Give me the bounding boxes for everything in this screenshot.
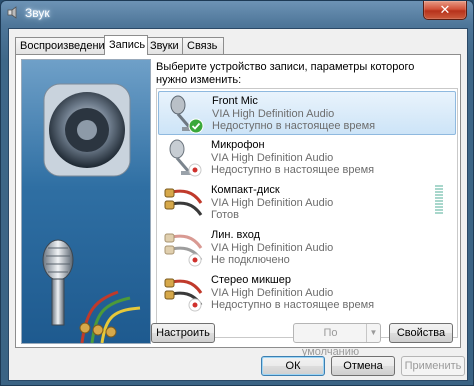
rca-cable-icon [164, 233, 203, 267]
chevron-down-icon[interactable]: ▼ [366, 324, 380, 342]
device-status: Недоступно в настоящее время [211, 164, 375, 176]
microphone-icon [170, 95, 204, 134]
set-default-label: По умолчанию [301, 327, 360, 358]
window-title: Звук [25, 6, 50, 20]
device-driver: VIA High Definition Audio [211, 242, 334, 254]
device-status: Готов [211, 209, 239, 221]
device-name: Лин. вход [211, 229, 261, 241]
title-bar[interactable]: Звук ✕ [1, 1, 473, 25]
apply-button[interactable]: Применить [401, 356, 465, 376]
device-name: Микрофон [211, 139, 265, 151]
microphone-icon [169, 139, 202, 177]
level-meter [435, 185, 443, 217]
list-item-line-in[interactable]: Лин. вход VIA High Definition Audio Не п… [158, 226, 456, 270]
speaker-and-microphone-illustration [42, 83, 141, 343]
tab-sounds[interactable]: Звуки [145, 37, 185, 54]
device-name: Компакт-диск [211, 184, 280, 196]
list-item-microphone[interactable]: Микрофон VIA High Definition Audio Недос… [158, 136, 456, 180]
speaker-app-icon [7, 6, 17, 19]
device-driver: VIA High Definition Audio [211, 152, 334, 164]
configure-button[interactable]: Настроить [151, 323, 215, 343]
instruction-text: Выберите устройство записи, параметры ко… [156, 61, 415, 86]
close-icon: ✕ [439, 2, 451, 17]
dialog-client-area: Воспроизведение Запись Звуки Связь Выбер… [8, 28, 468, 381]
default-check-icon [188, 118, 204, 134]
device-status: Недоступно в настоящее время [211, 299, 375, 311]
tab-playback[interactable]: Воспроизведение [15, 37, 111, 54]
recording-device-list[interactable]: Front Mic VIA High Definition Audio Недо… [156, 88, 458, 338]
ok-button[interactable]: ОК [261, 356, 325, 376]
tab-recording[interactable]: Запись [104, 35, 148, 55]
device-driver: VIA High Definition Audio [212, 108, 335, 120]
list-item-stereo-mix[interactable]: Стерео микшер VIA High Definition Audio … [158, 271, 456, 315]
sound-dialog-window: Звук ✕ Воспроизведение Запись Звуки Связ… [0, 0, 474, 386]
list-item-cd[interactable]: Компакт-диск VIA High Definition Audio Г… [158, 181, 456, 225]
device-status: Недоступно в настоящее время [212, 120, 376, 132]
list-item-front-mic[interactable]: Front Mic VIA High Definition Audio Недо… [158, 91, 456, 135]
device-status: Не подключено [211, 254, 290, 266]
rca-cable-icon [164, 188, 203, 216]
close-button[interactable]: ✕ [423, 1, 467, 20]
recording-tab-panel: Выберите устройство записи, параметры ко… [15, 54, 461, 348]
device-driver: VIA High Definition Audio [211, 197, 334, 209]
recording-illustration [21, 59, 151, 344]
tab-communications[interactable]: Связь [182, 37, 224, 54]
properties-button[interactable]: Свойства [389, 323, 453, 343]
cancel-button[interactable]: Отмена [331, 356, 395, 376]
set-default-button[interactable]: По умолчанию ▼ [293, 323, 381, 358]
device-name: Front Mic [212, 95, 258, 107]
rca-cable-icon [164, 278, 203, 312]
device-name: Стерео микшер [211, 274, 291, 286]
device-driver: VIA High Definition Audio [211, 287, 334, 299]
